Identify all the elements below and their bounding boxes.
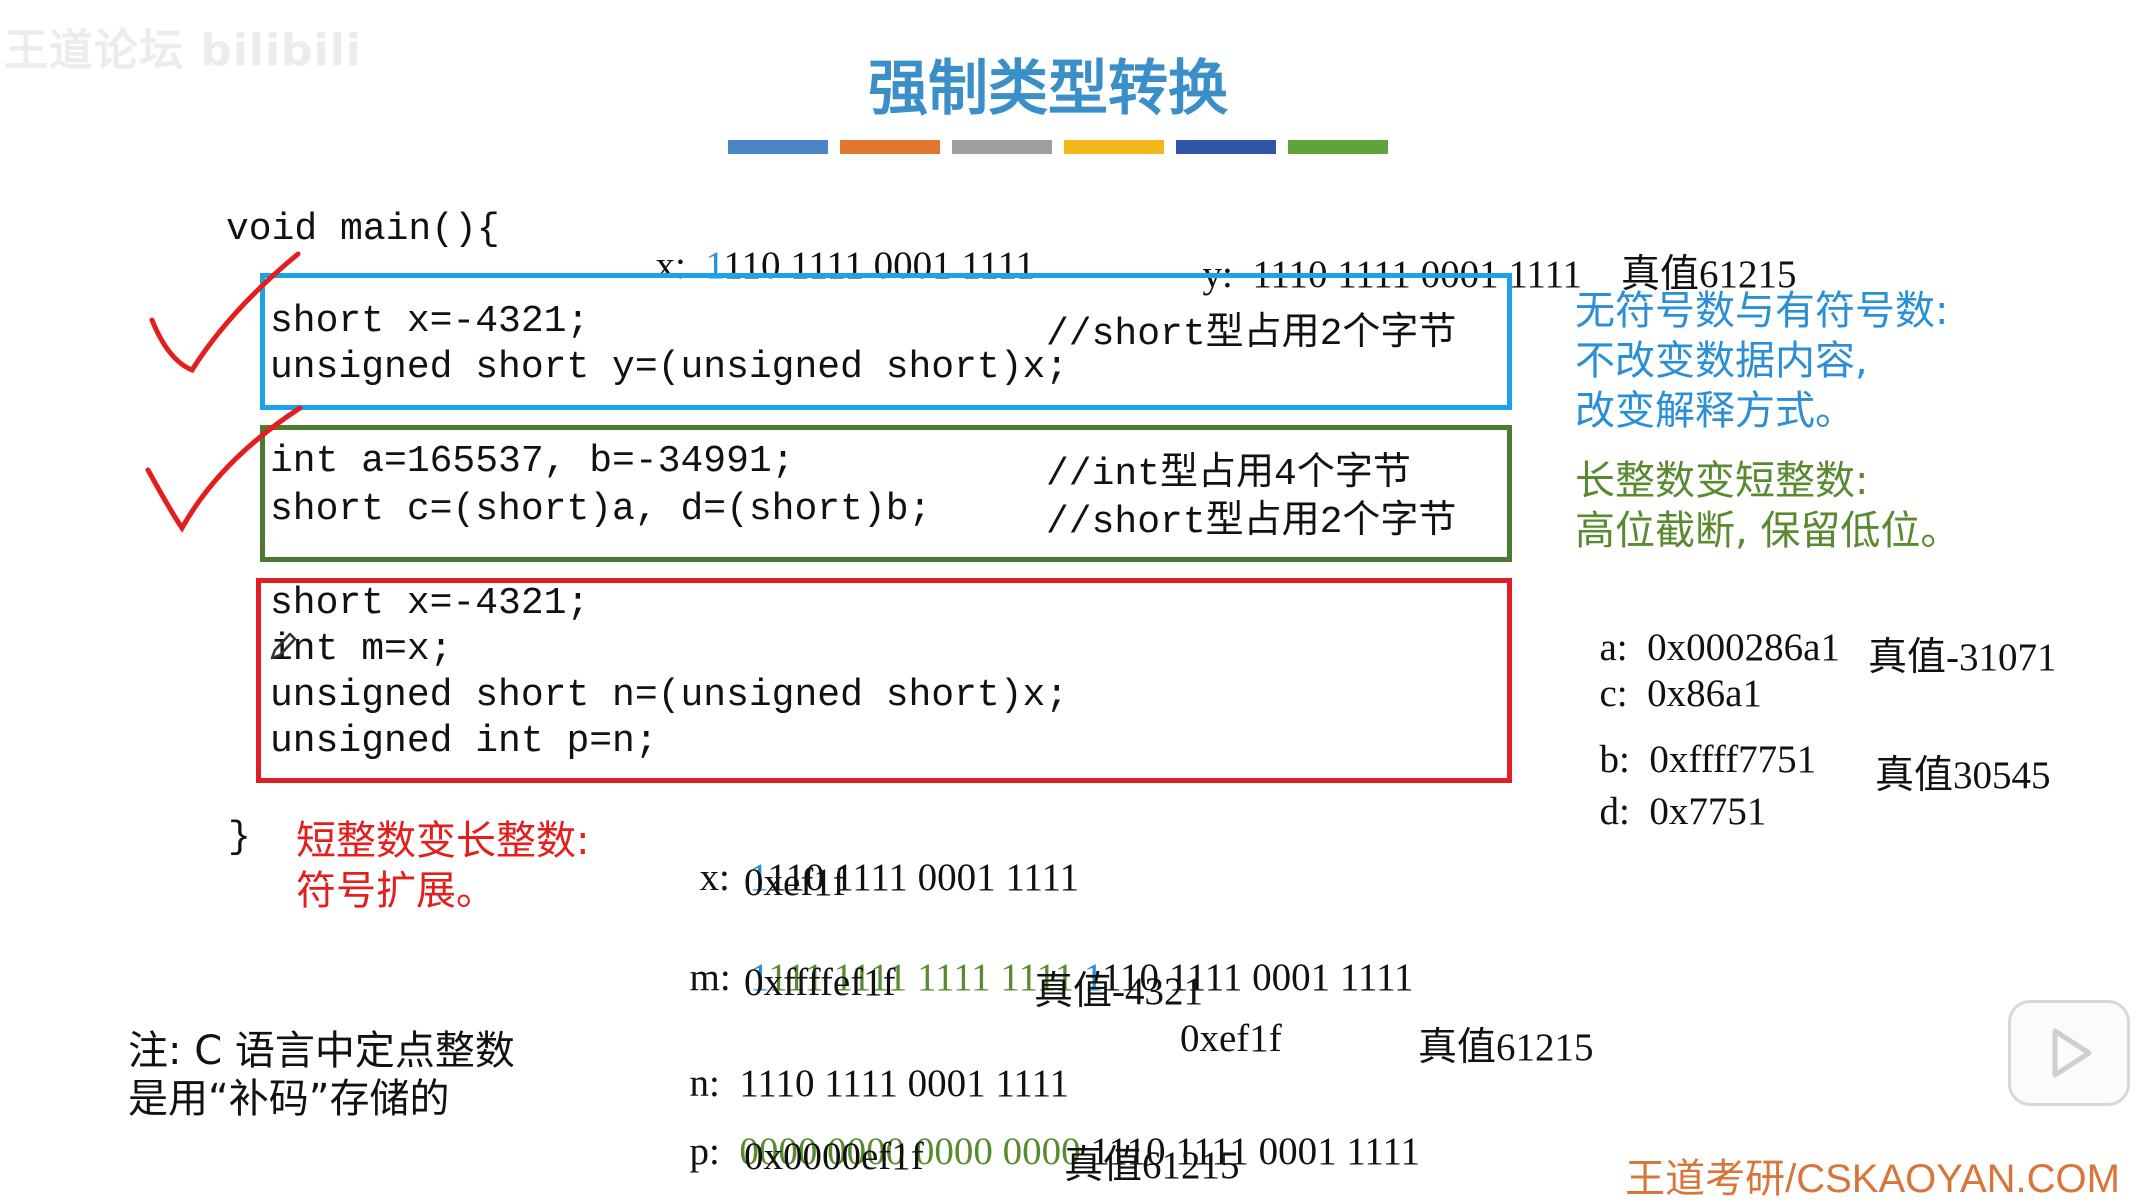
- note-long-to-short-line: 高位截断, 保留低位。: [1575, 508, 1961, 554]
- hex-d-label: d:: [1599, 790, 1630, 833]
- color-bar-segment: [1064, 140, 1164, 154]
- bottom-p-label: p:: [689, 1130, 720, 1173]
- hex-d-value: 0x7751: [1649, 790, 1767, 833]
- bottom-n-hex: 0xef1f: [1180, 1017, 1282, 1060]
- pencil-cursor-icon: [270, 632, 297, 660]
- color-bar-segment: [1288, 140, 1388, 154]
- note-complement-line: 是用“补码”存储的: [128, 1076, 450, 1122]
- color-bar-segment: [728, 140, 828, 154]
- hex-c-true-value: 真值-31071: [1868, 636, 2057, 679]
- bottom-x-label: x:: [699, 856, 730, 899]
- code-line: short x=-4321;: [270, 300, 590, 343]
- code-line: short c=(short)a, d=(short)b;: [270, 488, 932, 531]
- bottom-n-true-value: 真值61215: [1418, 1026, 1594, 1069]
- color-bar-segment: [840, 140, 940, 154]
- note-unsigned-signed-line: 改变解释方式。: [1575, 388, 1855, 434]
- code-comment: //short型占用2个字节: [1046, 313, 1457, 356]
- checkmark-icon: [149, 251, 301, 374]
- note-short-to-long-line: 符号扩展。: [296, 868, 496, 914]
- bottom-m-hex: 0xffffef1f: [744, 961, 896, 1004]
- video-play-button[interactable]: [2008, 1000, 2130, 1106]
- footer-brand: 王道考研/CSKAOYAN.COM: [1625, 1157, 2120, 1201]
- bottom-p-true-value: 真值61215: [1064, 1144, 1240, 1187]
- bottom-m-true-value: 真值-4321: [1034, 970, 1203, 1013]
- bottom-m-label: m:: [689, 956, 731, 999]
- code-line: short x=-4321;: [270, 582, 590, 625]
- slide-title: 强制类型转换: [868, 54, 1228, 124]
- bottom-p-hex: 0x0000ef1f: [744, 1135, 924, 1178]
- bottom-x-hex: 0xef1f: [744, 861, 846, 904]
- code-closing-brace: }: [228, 816, 251, 859]
- code-line: unsigned short n=(unsigned short)x;: [270, 674, 1069, 717]
- code-line: int a=165537, b=-34991;: [270, 440, 795, 483]
- code-line: unsigned short y=(unsigned short)x;: [270, 346, 1069, 389]
- bottom-x-bits: x: 1110 1111 0001 1111: [680, 810, 1080, 900]
- play-icon: [2052, 1028, 2092, 1078]
- code-line: unsigned int p=n;: [270, 720, 658, 763]
- hex-d: d: 0x7751: [1580, 744, 1767, 834]
- checkmark-icon: [145, 405, 303, 533]
- color-bar-segment: [1176, 140, 1276, 154]
- color-bar-segment: [952, 140, 1052, 154]
- hex-d-true-value: 真值30545: [1875, 754, 2051, 797]
- code-comment: //short型占用2个字节: [1046, 501, 1457, 544]
